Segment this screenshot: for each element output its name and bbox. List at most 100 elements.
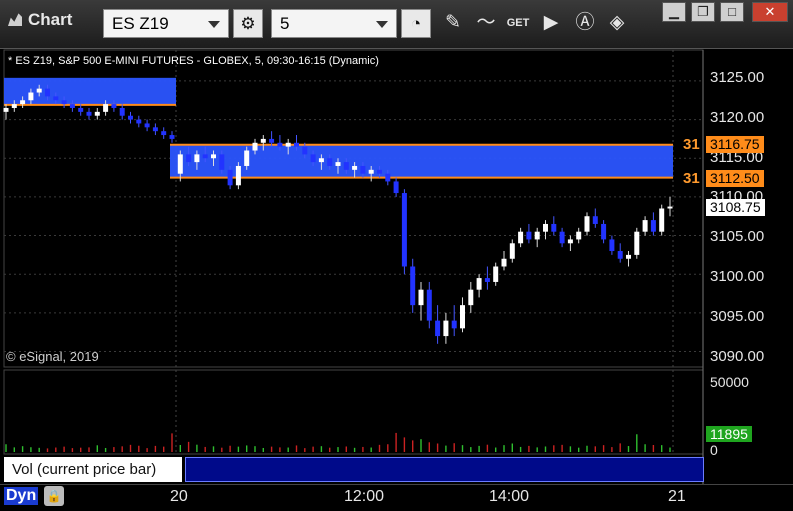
candle-body [119,107,125,116]
candle-body [451,320,457,329]
volume-panel [3,369,704,455]
candle-body [352,165,358,170]
candle-body [335,162,341,166]
candle-body [609,239,615,252]
candle-body [36,88,42,93]
candle-body [509,243,515,259]
close-icon[interactable]: × [170,455,178,471]
candle-body [111,104,117,108]
candle-body [20,100,26,105]
candle-body [567,239,573,244]
copyright-label: © eSignal, 2019 [6,349,99,364]
candle-body [443,320,449,337]
volume-tick: 50000 [710,374,749,390]
dynamic-mode-button[interactable]: Dyn [4,487,39,505]
candle-body [393,181,399,194]
lower-level-badge: 3112.50 [706,170,764,187]
candle-body [360,165,366,174]
price-tick: 3120.00 [710,109,765,126]
candle-body [418,289,424,306]
upper-level-label[interactable]: 31 [683,136,700,153]
time-tick: 20 [170,488,188,505]
candle-body [559,231,565,244]
candle-body [285,142,291,147]
lock-icon[interactable]: 🔒 [44,486,64,506]
candle-body [194,154,200,163]
candle-body [543,223,548,232]
candle-body [3,107,9,112]
candle-body [11,104,17,108]
time-tick: 21 [668,488,686,505]
candle-body [576,231,582,240]
candle-body [103,104,109,112]
volume-last-badge: 11895 [706,426,752,442]
candle-body [534,231,540,240]
candle-body [410,266,416,306]
candle-body [136,119,142,124]
price-chart[interactable] [0,0,793,510]
candle-body [69,104,75,108]
candle-body [518,231,524,244]
candle-body [426,289,432,321]
candle-body [626,254,631,259]
candle-body [61,100,67,105]
candle-body [642,220,648,232]
candle-body [667,206,673,209]
candle-body [277,142,283,147]
upper-level-badge: 3116.75 [706,136,764,153]
candle-body [260,138,266,143]
candle-body [211,154,216,159]
price-tick: 3100.00 [710,268,765,285]
candle-body [476,278,482,290]
candle-body [169,135,175,139]
candle-body [269,138,275,143]
candle-body [327,158,333,166]
candle-body [377,169,382,174]
candle-body [152,127,158,132]
last-price-badge: 3108.75 [706,199,765,216]
candle-body [219,154,225,170]
time-tick: 14:00 [489,488,530,505]
candle-body [493,266,499,282]
candle-body [501,258,507,267]
symbol-description: * ES Z19, S&P 500 E-MINI FUTURES - GLOBE… [8,55,379,67]
price-tick: 3095.00 [710,308,765,325]
candle-body [128,115,133,120]
candle-body [659,208,665,232]
candle-body [484,278,490,282]
candle-body [177,154,183,174]
candle-body [28,92,34,101]
candle-body [634,231,640,255]
candle-body [78,107,84,112]
candle-body [227,169,233,186]
price-tick: 3125.00 [710,69,765,86]
candle-body [86,111,92,116]
candle-body [526,231,532,240]
candle-body [53,96,59,101]
candle-body [202,154,208,159]
candle-body [592,216,598,224]
candle-body [318,158,324,163]
candle-body [244,150,250,166]
candle-body [617,251,623,259]
prior-zone [4,77,176,105]
candle-body [343,162,349,170]
candle-body [294,142,299,147]
candle-body [252,142,258,151]
candle-body [144,123,150,128]
price-tick: 3105.00 [710,228,765,245]
candle-body [385,173,391,182]
candle-body [460,305,465,329]
volume-study-label[interactable]: Vol (current price bar) [4,457,182,482]
candle-body [45,88,50,97]
lower-level-label[interactable]: 31 [683,170,700,187]
candle-body [310,154,316,163]
study-strip [185,457,704,482]
candle-body [551,223,557,232]
price-tick: 3090.00 [710,348,765,365]
candle-body [94,111,100,116]
candle-body [468,289,474,306]
candle-body [161,131,167,136]
candle-body [435,320,441,337]
candle-body [302,146,308,155]
